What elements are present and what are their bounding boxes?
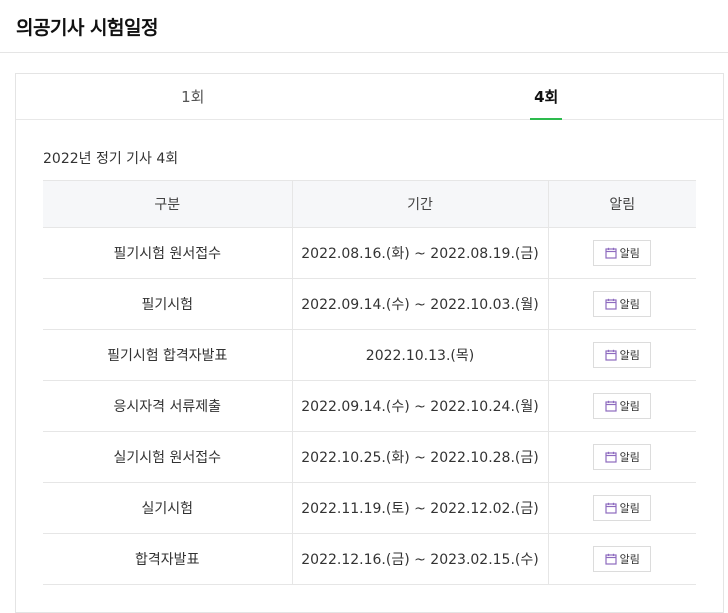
table-row: 실기시험 2022.11.19.(토) ~ 2022.12.02.(금) 알림 [43,482,696,534]
alarm-button-label: 알림 [619,349,640,362]
schedule-table-body: 필기시험 원서접수 2022.08.16.(화) ~ 2022.08.19.(금)… [43,227,696,585]
tab-round-1[interactable]: 1회 [16,74,370,119]
row-category: 필기시험 합격자발표 [43,329,292,381]
row-alarm-cell: 알림 [547,227,696,279]
alarm-button[interactable]: 알림 [593,546,652,572]
alarm-button-label: 알림 [619,247,640,260]
row-period: 2022.11.19.(토) ~ 2022.12.02.(금) [291,482,548,534]
alarm-button-label: 알림 [619,451,640,464]
schedule-table: 구분 기간 알림 필기시험 원서접수 2022.08.16.(화) ~ 2022.… [43,180,696,585]
table-row: 필기시험 원서접수 2022.08.16.(화) ~ 2022.08.19.(금)… [43,227,696,279]
calendar-icon [605,502,617,514]
alarm-button[interactable]: 알림 [593,393,652,419]
column-header-alarm: 알림 [547,180,696,228]
calendar-icon [605,349,617,361]
row-period: 2022.09.14.(수) ~ 2022.10.24.(월) [291,380,548,432]
row-category: 실기시험 [43,482,292,534]
page-title: 의공기사 시험일정 [16,16,158,39]
table-row: 합격자발표 2022.12.16.(금) ~ 2023.02.15.(수) 알림 [43,533,696,585]
table-row: 필기시험 2022.09.14.(수) ~ 2022.10.03.(월) 알림 [43,278,696,330]
row-alarm-cell: 알림 [547,278,696,330]
alarm-button[interactable]: 알림 [593,444,652,470]
table-row: 실기시험 원서접수 2022.10.25.(화) ~ 2022.10.28.(금)… [43,431,696,483]
alarm-button-label: 알림 [619,298,640,311]
exam-schedule-panel: 1회 4회 2022년 정기 기사 4회 구분 기간 알림 필기시험 원서접수 2… [15,73,724,613]
row-category: 응시자격 서류제출 [43,380,292,432]
row-alarm-cell: 알림 [547,329,696,381]
calendar-icon [605,451,617,463]
calendar-icon [605,247,617,259]
row-period: 2022.10.13.(목) [291,329,548,381]
alarm-button[interactable]: 알림 [593,342,652,368]
row-period: 2022.09.14.(수) ~ 2022.10.03.(월) [291,278,548,330]
row-period: 2022.08.16.(화) ~ 2022.08.19.(금) [291,227,548,279]
calendar-icon [605,298,617,310]
row-category: 필기시험 [43,278,292,330]
tab-round-4[interactable]: 4회 [370,74,724,120]
alarm-button[interactable]: 알림 [593,291,652,317]
table-row: 응시자격 서류제출 2022.09.14.(수) ~ 2022.10.24.(월)… [43,380,696,432]
page-header: 의공기사 시험일정 [0,0,728,53]
row-period: 2022.10.25.(화) ~ 2022.10.28.(금) [291,431,548,483]
calendar-icon [605,400,617,412]
alarm-button-label: 알림 [619,502,640,515]
row-category: 필기시험 원서접수 [43,227,292,279]
row-category: 실기시험 원서접수 [43,431,292,483]
row-alarm-cell: 알림 [547,482,696,534]
alarm-button[interactable]: 알림 [593,240,652,266]
alarm-button-label: 알림 [619,400,640,413]
schedule-table-container: 구분 기간 알림 필기시험 원서접수 2022.08.16.(화) ~ 2022.… [43,180,696,585]
row-alarm-cell: 알림 [547,533,696,585]
alarm-button[interactable]: 알림 [593,495,652,521]
column-header-category: 구분 [43,180,292,228]
column-header-period: 기간 [291,180,548,228]
row-alarm-cell: 알림 [547,431,696,483]
row-category: 합격자발표 [43,533,292,585]
round-tabs: 1회 4회 [16,74,723,120]
schedule-subtitle: 2022년 정기 기사 4회 [43,151,179,167]
row-period: 2022.12.16.(금) ~ 2023.02.15.(수) [291,533,548,585]
alarm-button-label: 알림 [619,553,640,566]
calendar-icon [605,553,617,565]
table-row: 필기시험 합격자발표 2022.10.13.(목) 알림 [43,329,696,381]
row-alarm-cell: 알림 [547,380,696,432]
table-header-row: 구분 기간 알림 [43,180,696,228]
